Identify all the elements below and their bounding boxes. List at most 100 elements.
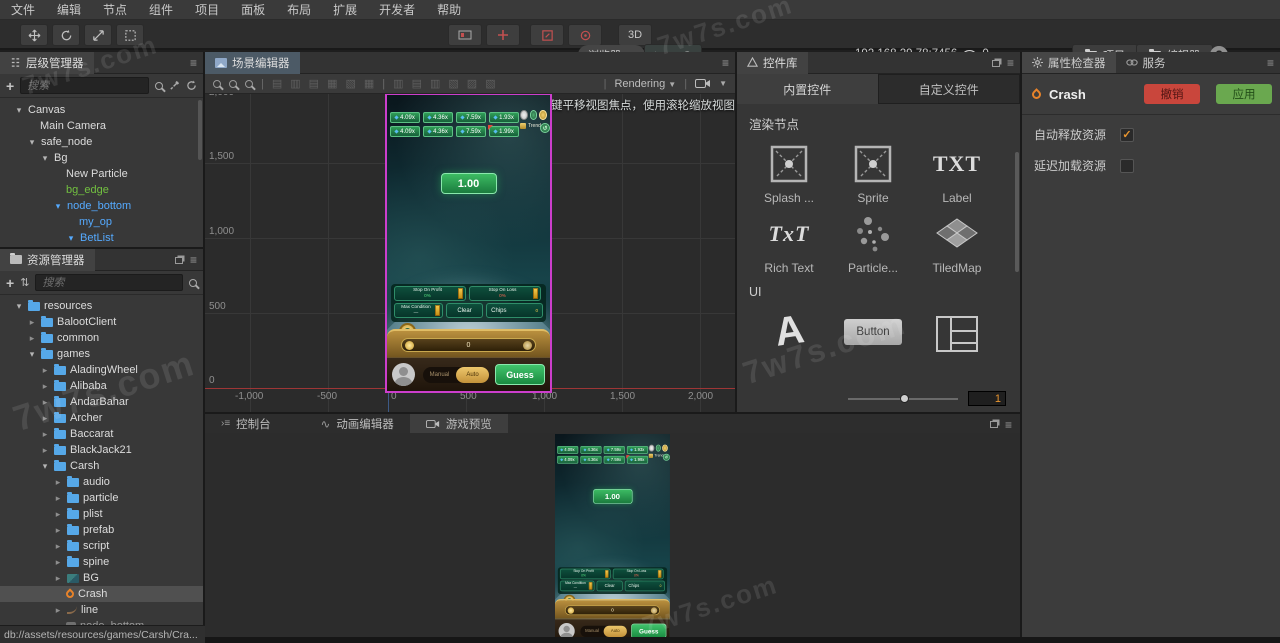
stepper-icon[interactable] <box>434 305 440 316</box>
tree-node[interactable]: ▸ Alibaba <box>0 378 203 394</box>
widget-library-tab[interactable]: 控件库 <box>737 52 808 74</box>
tree-node[interactable]: ▸ AladingWheel <box>0 362 203 378</box>
panel-menu-icon[interactable]: ≡ <box>1267 56 1274 70</box>
history-badge-flagged[interactable]: 1.99x <box>626 455 649 464</box>
tree-node[interactable]: ▸ audio <box>0 474 203 490</box>
clear-button[interactable]: Clear <box>596 580 623 592</box>
avatar[interactable] <box>392 363 415 386</box>
add-asset-button[interactable]: + <box>6 275 14 291</box>
tree-node[interactable]: ▾ Canvas <box>0 102 203 118</box>
shrink-icon[interactable]: ▧ <box>485 77 495 90</box>
tab-builtin-widgets[interactable]: 内置控件 <box>737 74 878 104</box>
history-badge[interactable]: 7.59x <box>456 126 486 137</box>
coin-icon[interactable] <box>405 341 414 350</box>
region-icon[interactable] <box>530 24 564 46</box>
menu-edit[interactable]: 编辑 <box>46 0 92 20</box>
clear-button[interactable]: Clear <box>445 303 484 318</box>
zoom-reset-icon[interactable] <box>245 79 253 88</box>
camera-icon[interactable] <box>695 78 711 89</box>
stepper-icon[interactable] <box>657 570 662 578</box>
chips-button[interactable]: Chips 0 <box>624 580 665 592</box>
menu-help[interactable]: 帮助 <box>426 0 472 20</box>
hierarchy-scrollbar[interactable] <box>198 100 202 160</box>
panel-menu-icon[interactable]: ≡ <box>190 56 197 70</box>
widget-tiledmap[interactable]: TiledMap <box>915 209 999 275</box>
widget-layout[interactable] <box>915 305 999 353</box>
camera-dropdown-icon[interactable]: ▼ <box>719 79 727 88</box>
menu-node[interactable]: 节点 <box>92 0 138 20</box>
tree-node[interactable]: ▸ spine <box>0 554 203 570</box>
condition-button[interactable]: Max Condition — <box>394 303 443 318</box>
history-badge[interactable]: 4.36x <box>580 445 602 454</box>
rotate-tool-icon[interactable] <box>52 24 80 46</box>
menu-layout[interactable]: 布局 <box>276 0 322 20</box>
history-badge[interactable]: 1.93x <box>626 445 649 454</box>
widget-splash[interactable]: Splash ... <box>747 139 831 205</box>
tree-node[interactable]: ▸ Archer <box>0 410 203 426</box>
tree-node[interactable]: ▸ Baccarat <box>0 426 203 442</box>
tree-node[interactable]: bg_edge <box>0 182 203 198</box>
tree-node[interactable]: ▸ prefab <box>0 522 203 538</box>
auto-release-checkbox[interactable]: ✓ <box>1120 127 1135 142</box>
hand-icon[interactable] <box>650 607 658 614</box>
tree-node[interactable]: ▸ common <box>0 330 203 346</box>
tree-node[interactable]: ▸ script <box>0 538 203 554</box>
tree-node[interactable]: ▸ line <box>0 602 203 618</box>
history-badge[interactable]: 4.09x <box>390 126 420 137</box>
refresh-icon[interactable] <box>186 80 197 91</box>
auto-option[interactable]: Auto <box>603 625 627 638</box>
coin-icon[interactable] <box>567 607 575 614</box>
menu-component[interactable]: 组件 <box>138 0 184 20</box>
tab-animation-editor[interactable]: ∿ 动画编辑器 <box>305 414 410 433</box>
align-bottom-icon[interactable]: ▦ <box>364 77 374 90</box>
lazy-load-checkbox[interactable] <box>1120 158 1135 173</box>
stepper-icon[interactable] <box>458 288 463 299</box>
mode-toggle[interactable]: Manual Auto <box>423 367 489 383</box>
widget-richtext[interactable]: TxT Rich Text <box>747 209 831 275</box>
revert-button[interactable]: 撤销 <box>1144 84 1200 104</box>
tree-node[interactable]: my_op <box>0 214 203 230</box>
rank-icon[interactable] <box>648 444 655 452</box>
coin-icon[interactable] <box>539 110 548 120</box>
mode-toggle[interactable]: Manual Auto <box>580 625 627 638</box>
picker-icon[interactable] <box>169 80 180 91</box>
distribute-v-icon[interactable]: ▤ <box>412 77 422 90</box>
panel-menu-icon[interactable]: ≡ <box>1005 418 1012 432</box>
history-badge[interactable]: 4.36x <box>423 112 453 123</box>
tree-node[interactable]: ▸ particle <box>0 490 203 506</box>
tree-node[interactable]: ▸ BG <box>0 570 203 586</box>
pivot-mode-icon[interactable] <box>448 24 482 46</box>
bet-amount-bar[interactable]: 0 <box>401 338 536 352</box>
stepper-icon[interactable] <box>533 288 538 299</box>
tree-node[interactable]: ▾ Bg <box>0 150 203 166</box>
menu-file[interactable]: 文件 <box>0 0 46 20</box>
rendering-dropdown[interactable]: Rendering ▼ <box>614 78 676 90</box>
distribute-gap-icon[interactable]: ▥ <box>430 77 440 90</box>
back-button[interactable]: ↺ <box>540 123 550 133</box>
history-badge-flagged[interactable]: 1.99x <box>488 125 519 137</box>
history-badge[interactable]: 1.93x <box>489 112 519 123</box>
float-panel-icon[interactable] <box>991 59 1000 67</box>
stop-on-profit-button[interactable]: Stop On Profit 0% <box>394 286 466 301</box>
tab-properties-inspector[interactable]: 属性检查器 <box>1022 52 1116 73</box>
anchor-mode-icon[interactable] <box>486 24 520 46</box>
tree-node[interactable]: ▾ resources <box>0 298 203 314</box>
expand-h-icon[interactable]: ▧ <box>448 77 458 90</box>
tree-node[interactable]: ▸ BlackJack21 <box>0 442 203 458</box>
sort-icon[interactable]: ⇅ <box>20 276 29 289</box>
tree-node[interactable]: ▾ BetList <box>0 230 203 246</box>
guess-button[interactable]: Guess <box>495 364 545 385</box>
language-icon[interactable] <box>655 444 661 452</box>
menu-panel[interactable]: 面板 <box>230 0 276 20</box>
widget-sprite[interactable]: Sprite <box>831 139 915 205</box>
tree-node[interactable]: ▾ Carsh <box>0 458 203 474</box>
tab-game-preview[interactable]: 游戏预览 <box>409 414 508 433</box>
history-badge[interactable]: 7.59x <box>456 112 486 123</box>
tree-node[interactable]: ▸ plist <box>0 506 203 522</box>
distribute-h-icon[interactable]: ▥ <box>393 77 403 90</box>
history-badge[interactable]: 4.36x <box>580 455 602 464</box>
stop-on-profit-button[interactable]: Stop On Profit 0% <box>559 568 611 580</box>
align-vcenter-icon[interactable]: ▧ <box>345 77 355 90</box>
menu-developer[interactable]: 开发者 <box>368 0 426 20</box>
tree-node[interactable]: ▾ safe_node <box>0 134 203 150</box>
